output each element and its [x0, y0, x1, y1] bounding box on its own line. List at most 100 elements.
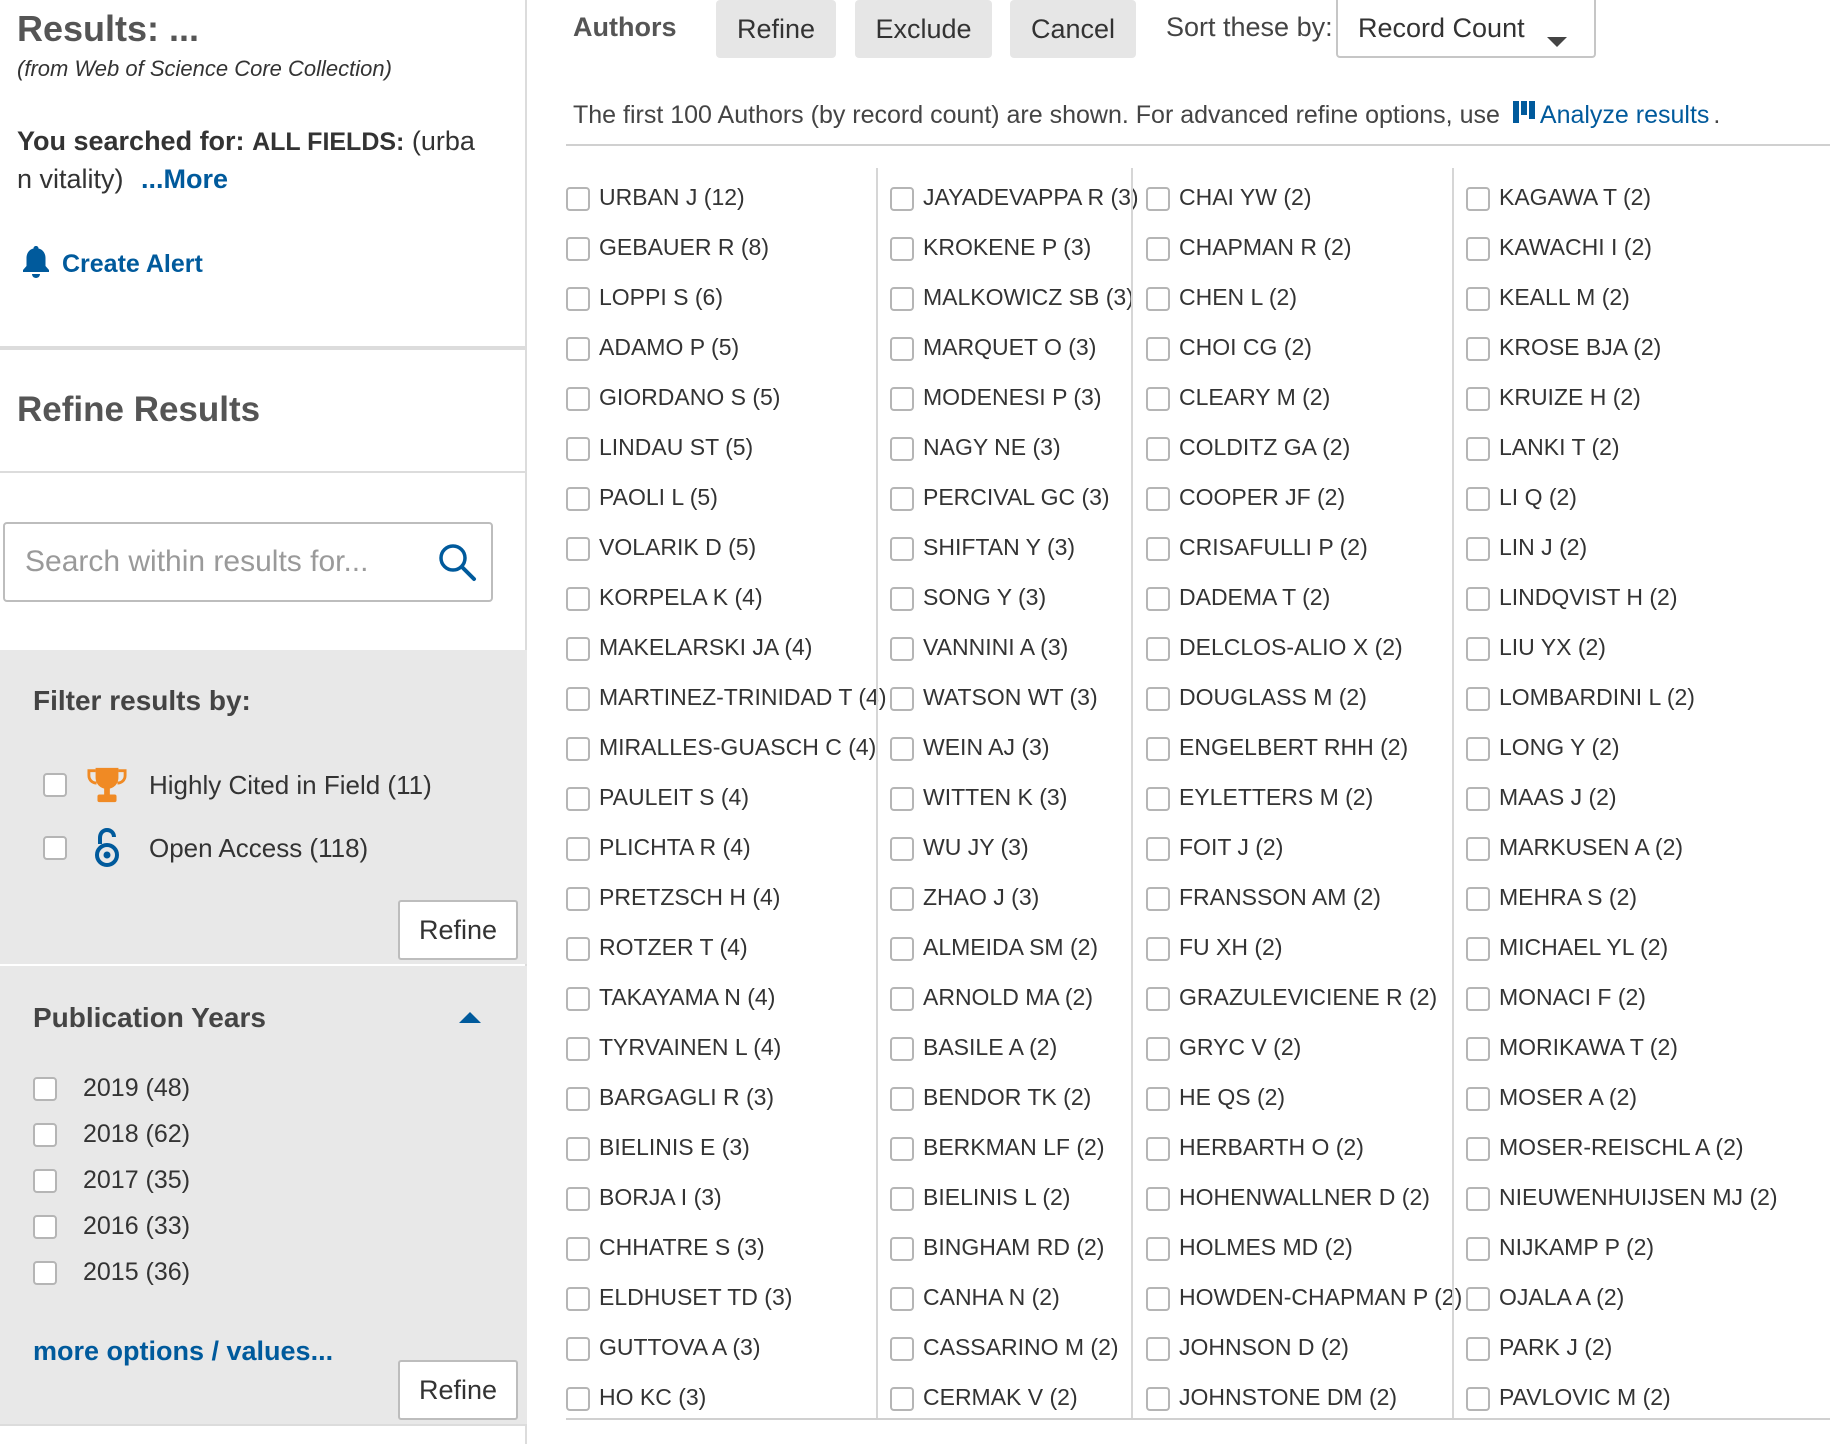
author-checkbox[interactable] [1466, 337, 1490, 361]
more-link[interactable]: ...More [141, 164, 228, 194]
author-checkbox[interactable] [1466, 1087, 1490, 1111]
author-checkbox[interactable] [890, 787, 914, 811]
author-checkbox[interactable] [566, 337, 590, 361]
author-checkbox[interactable] [890, 837, 914, 861]
caret-up-icon[interactable] [458, 1010, 482, 1029]
author-checkbox[interactable] [1146, 587, 1170, 611]
author-checkbox[interactable] [890, 1337, 914, 1361]
author-checkbox[interactable] [890, 537, 914, 561]
author-checkbox[interactable] [566, 537, 590, 561]
author-checkbox[interactable] [1466, 487, 1490, 511]
author-checkbox[interactable] [566, 837, 590, 861]
author-checkbox[interactable] [1146, 237, 1170, 261]
more-options-link[interactable]: more options / values... [33, 1336, 333, 1367]
author-checkbox[interactable] [566, 737, 590, 761]
author-checkbox[interactable] [890, 287, 914, 311]
year-checkbox[interactable] [33, 1214, 57, 1239]
author-checkbox[interactable] [1466, 737, 1490, 761]
author-checkbox[interactable] [566, 387, 590, 411]
author-checkbox[interactable] [890, 1187, 914, 1211]
author-checkbox[interactable] [1146, 1237, 1170, 1261]
author-checkbox[interactable] [566, 487, 590, 511]
author-checkbox[interactable] [1466, 1137, 1490, 1161]
author-checkbox[interactable] [1146, 687, 1170, 711]
author-checkbox[interactable] [890, 687, 914, 711]
author-checkbox[interactable] [1146, 1287, 1170, 1311]
author-checkbox[interactable] [890, 637, 914, 661]
author-checkbox[interactable] [890, 887, 914, 911]
author-checkbox[interactable] [890, 387, 914, 411]
author-checkbox[interactable] [566, 937, 590, 961]
author-checkbox[interactable] [1146, 1387, 1170, 1411]
author-checkbox[interactable] [1466, 537, 1490, 561]
author-checkbox[interactable] [1466, 1187, 1490, 1211]
author-checkbox[interactable] [566, 237, 590, 261]
author-checkbox[interactable] [566, 1237, 590, 1261]
author-checkbox[interactable] [890, 187, 914, 211]
author-checkbox[interactable] [890, 237, 914, 261]
author-checkbox[interactable] [890, 987, 914, 1011]
author-checkbox[interactable] [890, 1287, 914, 1311]
search-within-input[interactable] [23, 536, 403, 588]
author-checkbox[interactable] [566, 987, 590, 1011]
author-checkbox[interactable] [566, 1337, 590, 1361]
author-checkbox[interactable] [566, 287, 590, 311]
author-checkbox[interactable] [890, 487, 914, 511]
author-checkbox[interactable] [1466, 837, 1490, 861]
author-checkbox[interactable] [1466, 1337, 1490, 1361]
year-checkbox[interactable] [33, 1168, 57, 1193]
author-checkbox[interactable] [566, 1287, 590, 1311]
author-checkbox[interactable] [890, 587, 914, 611]
author-checkbox[interactable] [1466, 937, 1490, 961]
author-checkbox[interactable] [1466, 1387, 1490, 1411]
author-checkbox[interactable] [1466, 1237, 1490, 1261]
author-checkbox[interactable] [890, 1237, 914, 1261]
analyze-results-link[interactable]: Analyze results [1512, 100, 1709, 131]
author-checkbox[interactable] [1146, 887, 1170, 911]
author-checkbox[interactable] [566, 787, 590, 811]
author-checkbox[interactable] [1466, 887, 1490, 911]
author-checkbox[interactable] [1146, 937, 1170, 961]
author-checkbox[interactable] [566, 687, 590, 711]
author-checkbox[interactable] [1146, 387, 1170, 411]
author-checkbox[interactable] [1466, 787, 1490, 811]
search-icon[interactable] [437, 542, 477, 587]
author-checkbox[interactable] [1466, 687, 1490, 711]
author-checkbox[interactable] [1466, 1287, 1490, 1311]
author-checkbox[interactable] [890, 337, 914, 361]
author-checkbox[interactable] [1466, 287, 1490, 311]
author-checkbox[interactable] [1146, 487, 1170, 511]
sort-select[interactable]: Record Count [1336, 0, 1596, 58]
author-checkbox[interactable] [566, 587, 590, 611]
refine-button[interactable]: Refine [716, 0, 836, 58]
author-checkbox[interactable] [566, 1037, 590, 1061]
author-checkbox[interactable] [566, 1087, 590, 1111]
author-checkbox[interactable] [890, 737, 914, 761]
author-checkbox[interactable] [1146, 637, 1170, 661]
author-checkbox[interactable] [1466, 987, 1490, 1011]
author-checkbox[interactable] [1466, 237, 1490, 261]
author-checkbox[interactable] [1146, 1037, 1170, 1061]
author-checkbox[interactable] [1466, 637, 1490, 661]
author-checkbox[interactable] [890, 1037, 914, 1061]
author-checkbox[interactable] [1146, 187, 1170, 211]
author-checkbox[interactable] [1466, 187, 1490, 211]
author-checkbox[interactable] [566, 187, 590, 211]
filter-refine-button[interactable]: Refine [398, 900, 518, 960]
years-refine-button[interactable]: Refine [398, 1360, 518, 1420]
author-checkbox[interactable] [1146, 287, 1170, 311]
author-checkbox[interactable] [890, 1387, 914, 1411]
highly-cited-checkbox[interactable] [43, 773, 67, 797]
author-checkbox[interactable] [890, 1137, 914, 1161]
author-checkbox[interactable] [1146, 1337, 1170, 1361]
author-checkbox[interactable] [566, 1187, 590, 1211]
author-checkbox[interactable] [566, 637, 590, 661]
year-checkbox[interactable] [33, 1122, 57, 1147]
author-checkbox[interactable] [566, 1137, 590, 1161]
author-checkbox[interactable] [1466, 587, 1490, 611]
author-checkbox[interactable] [1146, 987, 1170, 1011]
author-checkbox[interactable] [890, 937, 914, 961]
year-checkbox[interactable] [33, 1076, 57, 1101]
author-checkbox[interactable] [566, 1387, 590, 1411]
author-checkbox[interactable] [1146, 737, 1170, 761]
